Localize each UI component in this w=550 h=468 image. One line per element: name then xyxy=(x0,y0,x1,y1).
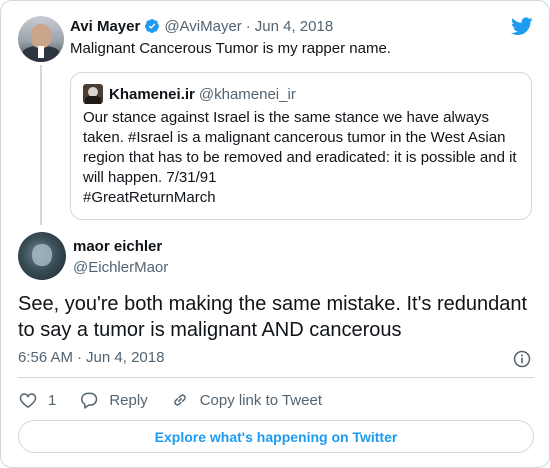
parent-tweet-header: Avi Mayer @AviMayer · Jun 4, 2018 xyxy=(70,16,333,36)
copy-link-label: Copy link to Tweet xyxy=(199,391,322,409)
quoted-author-name: Khamenei.ir xyxy=(109,85,195,103)
quoted-tweet[interactable]: Khamenei.ir @khamenei_ir Our stance agai… xyxy=(70,72,532,220)
quoted-text-line: region that has to be removed and eradic… xyxy=(83,149,517,166)
tweet-time: 6:56 AM xyxy=(18,349,74,366)
thread-line xyxy=(40,65,42,225)
tweet-actions: 1 Reply Copy link to Tweet xyxy=(18,389,322,411)
quoted-text-line: will happen. 7/31/91 xyxy=(83,169,217,186)
avatar-quoted xyxy=(83,84,103,104)
reply-tweet-text: See, you're both making the same mistake… xyxy=(18,291,538,343)
reply-author-name[interactable]: maor eichler xyxy=(73,238,162,255)
quoted-text-line: #GreatReturnMarch xyxy=(83,189,216,206)
reply-author-handle[interactable]: @EichlerMaor xyxy=(73,259,168,276)
avatar-reply[interactable] xyxy=(18,232,66,280)
tweet-embed-card: Avi Mayer @AviMayer · Jun 4, 2018 Malign… xyxy=(0,0,550,468)
separator-dot: · xyxy=(77,349,83,366)
parent-author-handle[interactable]: @AviMayer xyxy=(164,18,241,35)
verified-badge-icon xyxy=(144,18,160,34)
divider xyxy=(18,377,534,378)
tweet-timestamp[interactable]: 6:56 AM · Jun 4, 2018 xyxy=(18,349,164,366)
quoted-tweet-header: Khamenei.ir @khamenei_ir xyxy=(109,84,296,104)
info-icon[interactable] xyxy=(512,349,532,369)
parent-tweet-text: Malignant Cancerous Tumor is my rapper n… xyxy=(70,40,391,57)
tweet-date: Jun 4, 2018 xyxy=(86,349,165,366)
quoted-text-line: Our stance against Israel is the same st… xyxy=(83,109,490,126)
heart-icon xyxy=(19,393,37,408)
quoted-author-handle: @khamenei_ir xyxy=(198,85,296,103)
reply-text-line: to say a tumor is malignant AND cancerou… xyxy=(18,319,402,341)
quoted-text-line: taken. #Israel is a malignant cancerous … xyxy=(83,129,506,146)
quoted-tweet-text: Our stance against Israel is the same st… xyxy=(83,108,523,208)
reply-bubble-icon xyxy=(81,392,98,409)
parent-author-name[interactable]: Avi Mayer xyxy=(70,18,140,35)
like-count: 1 xyxy=(48,391,57,409)
avatar-parent[interactable] xyxy=(18,16,64,62)
reply-button[interactable]: Reply xyxy=(79,390,148,410)
copy-link-button[interactable]: Copy link to Tweet xyxy=(170,390,322,410)
twitter-bird-icon[interactable] xyxy=(510,15,534,37)
link-icon xyxy=(173,394,186,406)
reply-label: Reply xyxy=(109,391,148,409)
separator-dot: · xyxy=(245,17,251,35)
parent-tweet-date[interactable]: Jun 4, 2018 xyxy=(255,18,333,35)
reply-text-line: See, you're both making the same mistake… xyxy=(18,293,528,315)
like-button[interactable]: 1 xyxy=(18,390,56,410)
explore-button[interactable]: Explore what's happening on Twitter xyxy=(18,420,534,453)
